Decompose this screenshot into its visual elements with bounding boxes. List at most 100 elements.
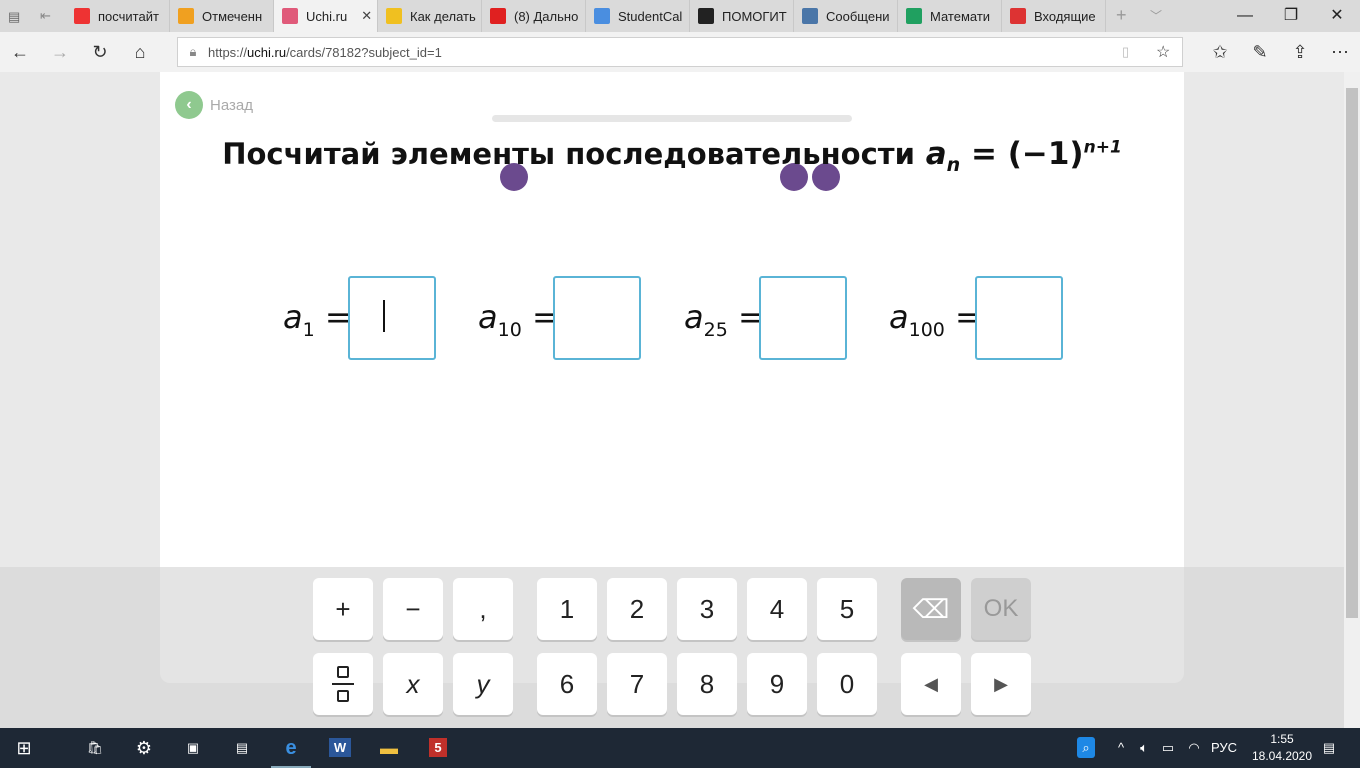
share-icon[interactable]: ⇪ xyxy=(1280,32,1320,72)
reading-view-icon[interactable]: ▯ xyxy=(1122,44,1129,60)
back-icon[interactable]: ← xyxy=(0,32,40,72)
minimize-button[interactable]: — xyxy=(1222,0,1268,32)
key[interactable]: , xyxy=(453,578,513,640)
settings-gear-icon[interactable]: ⚙ xyxy=(124,728,164,768)
browser-tab[interactable]: Сообщени xyxy=(794,0,898,32)
browser-tab[interactable]: Uchi.ru ✕ xyxy=(274,0,378,32)
field-label-a25: a25 = xyxy=(684,298,765,341)
close-tab-icon[interactable]: ✕ xyxy=(361,8,372,24)
chevron-up-icon[interactable]: ^ xyxy=(1112,728,1130,768)
answer-input-a10[interactable] xyxy=(553,276,641,360)
word-icon[interactable]: W xyxy=(320,728,360,768)
key[interactable]: 6 xyxy=(537,653,597,715)
key[interactable]: + xyxy=(313,578,373,640)
browser-tab[interactable]: посчитайт xyxy=(66,0,170,32)
close-window-button[interactable]: ✕ xyxy=(1314,0,1360,32)
tab-preview-icon[interactable]: ⇤ xyxy=(40,8,51,24)
tab-set-aside-icon[interactable]: ▤ xyxy=(8,9,20,25)
key-backspace[interactable]: ⌫ xyxy=(901,578,961,640)
browser-tab[interactable]: ПОМОГИТ xyxy=(690,0,794,32)
browser-tab[interactable]: StudentCal xyxy=(586,0,690,32)
youtube-icon xyxy=(490,8,506,24)
volume-icon[interactable]: 🔈︎ xyxy=(1134,728,1154,768)
refresh-icon[interactable]: ↻ xyxy=(80,32,120,72)
browser-tab[interactable]: Математи xyxy=(898,0,1002,32)
address-bar[interactable]: 🔒︎ https://uchi.ru/cards/78182?subject_i… xyxy=(177,37,1183,67)
key[interactable]: x xyxy=(383,653,443,715)
browser-tab[interactable]: Как делать xyxy=(378,0,482,32)
home-icon[interactable]: ⌂ xyxy=(120,32,160,72)
answer-input-a100[interactable] xyxy=(975,276,1063,360)
formula-sup: n+1 xyxy=(1083,137,1122,158)
new-tab-button[interactable]: + xyxy=(1116,5,1127,26)
key[interactable]: 8 xyxy=(677,653,737,715)
start-windows-icon[interactable]: ⊞ xyxy=(0,728,48,768)
tab-label: Входящие xyxy=(1034,8,1096,24)
lock-icon: 🔒︎ xyxy=(189,44,197,59)
browser-tab[interactable]: (8) Дально xyxy=(482,0,586,32)
notifications-icon[interactable]: ▤ xyxy=(1316,728,1342,768)
star-icon[interactable]: ☆ xyxy=(1156,42,1170,62)
back-label: Назад xyxy=(210,96,253,114)
scrollbar-thumb[interactable] xyxy=(1346,88,1358,618)
key[interactable]: − xyxy=(383,578,443,640)
tab-list-chevron-icon[interactable]: ﹀ xyxy=(1150,7,1162,24)
key[interactable]: 7 xyxy=(607,653,667,715)
more-icon[interactable]: ⋯ xyxy=(1320,32,1360,72)
backspace-icon: ⌫ xyxy=(912,594,950,624)
s-icon xyxy=(594,8,610,24)
back-link[interactable]: ‹ Назад xyxy=(175,91,253,119)
answer-input-a25[interactable] xyxy=(759,276,847,360)
edge-icon[interactable]: e xyxy=(271,728,311,768)
restore-button[interactable]: ❐ xyxy=(1268,0,1314,32)
znanija-icon xyxy=(698,8,714,24)
store-icon[interactable]: 🛍︎ xyxy=(75,728,115,768)
browser-tab[interactable]: Входящие xyxy=(1002,0,1106,32)
key[interactable]: 1 xyxy=(537,578,597,640)
uchi-icon xyxy=(282,8,298,24)
key[interactable]: 2 xyxy=(607,578,667,640)
browser-tab[interactable]: Отмеченн xyxy=(170,0,274,32)
key[interactable]: 3 xyxy=(677,578,737,640)
language-indicator[interactable]: РУС xyxy=(1206,728,1242,768)
favorites-icon[interactable]: ✩ xyxy=(1200,32,1240,72)
key-ok[interactable]: OK xyxy=(971,578,1031,640)
wifi-icon[interactable]: ◠ xyxy=(1184,728,1204,768)
key-right[interactable]: ▶ xyxy=(971,653,1031,715)
formula-eq: = (−1) xyxy=(970,136,1084,172)
search-icon[interactable]: ⌕ xyxy=(1072,728,1100,768)
key-left[interactable]: ◀ xyxy=(901,653,961,715)
key-fraction[interactable] xyxy=(313,653,373,715)
key[interactable]: 5 xyxy=(817,578,877,640)
tab-label: Uchi.ru xyxy=(306,8,348,24)
tab-bar: ▤ ⇤ посчитайт Отмеченн Uchi.ru ✕ Как делать (… xyxy=(0,0,1360,32)
url-prefix: https:// xyxy=(208,44,248,60)
tab-label: Сообщени xyxy=(826,8,890,24)
progress-track xyxy=(492,115,852,122)
key[interactable]: 4 xyxy=(747,578,807,640)
page-title: Посчитай элементы последовательности an … xyxy=(160,136,1184,176)
field-label-a100: a100 = xyxy=(889,298,982,341)
answer-input-a1[interactable] xyxy=(348,276,436,360)
truck-game-icon[interactable]: ▤ xyxy=(222,728,262,768)
vk-icon xyxy=(802,8,818,24)
url-path: /cards/78182?subject_id=1 xyxy=(286,44,442,60)
tab-label: Как делать xyxy=(410,8,476,24)
drive-icon xyxy=(906,8,922,24)
app-icon[interactable]: 5 xyxy=(418,728,458,768)
battery-icon[interactable]: ▭ xyxy=(1158,728,1178,768)
key[interactable]: 0 xyxy=(817,653,877,715)
file-explorer-icon[interactable]: ▬ xyxy=(369,728,409,768)
key[interactable]: y xyxy=(453,653,513,715)
clock[interactable]: 1:55 18.04.2020 xyxy=(1246,728,1318,768)
formula-sub: n xyxy=(946,154,961,177)
forward-icon[interactable]: → xyxy=(40,32,80,72)
text-cursor xyxy=(383,300,385,332)
tab-label: (8) Дально xyxy=(514,8,579,24)
pen-icon[interactable]: ✎ xyxy=(1240,32,1280,72)
image-icon xyxy=(386,8,402,24)
formula-var: a xyxy=(925,136,947,172)
gmail-icon xyxy=(1010,8,1026,24)
key[interactable]: 9 xyxy=(747,653,807,715)
game-icon[interactable]: ▣ xyxy=(173,728,213,768)
